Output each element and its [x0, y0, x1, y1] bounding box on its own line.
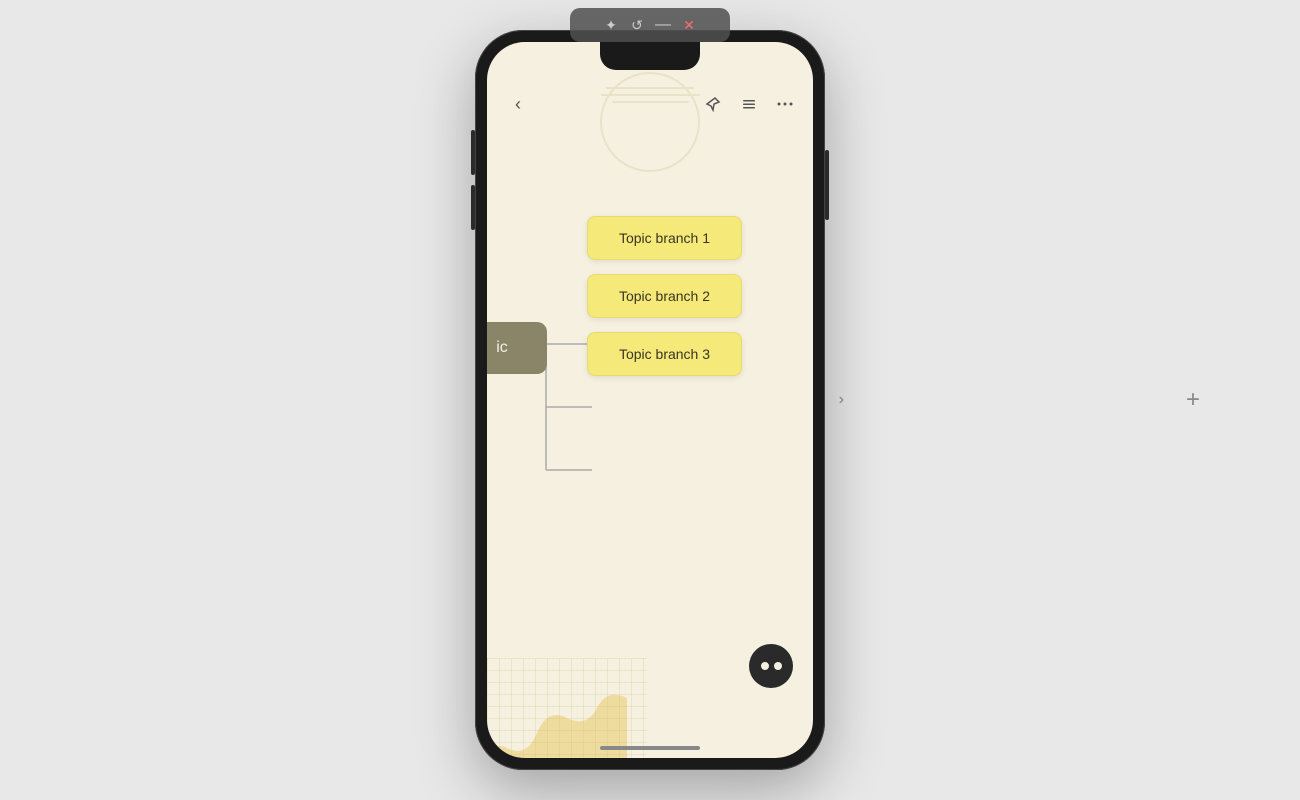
back-button[interactable]: ‹ [503, 94, 533, 115]
mindmap-container: ic Topic branch 1 Topic branch 2 [487, 126, 813, 758]
close-icon[interactable]: ✕ [680, 16, 698, 34]
bot-eye-left [761, 662, 769, 670]
pin-icon[interactable] [701, 92, 725, 116]
minimize-icon[interactable]: — [654, 16, 672, 34]
bottom-decoration [487, 638, 647, 758]
sidebar-expand-arrow[interactable]: › [839, 391, 844, 409]
topic-branch-3[interactable]: Topic branch 3 [587, 332, 742, 376]
phone-notch [600, 42, 700, 70]
vol-up-button [471, 130, 475, 175]
phone-frame: ‹ [475, 30, 825, 770]
history-icon[interactable]: ↺ [628, 16, 646, 34]
grid-overlay [487, 658, 647, 758]
phone-screen: ‹ [487, 42, 813, 758]
bot-eyes [761, 662, 782, 670]
topic-branch-2[interactable]: Topic branch 2 [587, 274, 742, 318]
branches-list: Topic branch 1 Topic branch 2 Topic bran… [587, 216, 742, 376]
add-button[interactable]: + [1186, 386, 1200, 414]
list-icon[interactable] [737, 92, 761, 116]
more-options-icon[interactable] [773, 92, 797, 116]
sparkle-icon[interactable]: ✦ [602, 16, 620, 34]
topic-branch-1[interactable]: Topic branch 1 [587, 216, 742, 260]
title-bar: ✦ ↺ — ✕ [570, 8, 730, 42]
central-node[interactable]: ic [487, 322, 547, 374]
ai-bot-button[interactable] [749, 644, 793, 688]
header-actions [701, 92, 797, 116]
vol-down-button [471, 185, 475, 230]
home-indicator [600, 746, 700, 750]
bot-eye-right [774, 662, 782, 670]
power-button [825, 150, 829, 220]
